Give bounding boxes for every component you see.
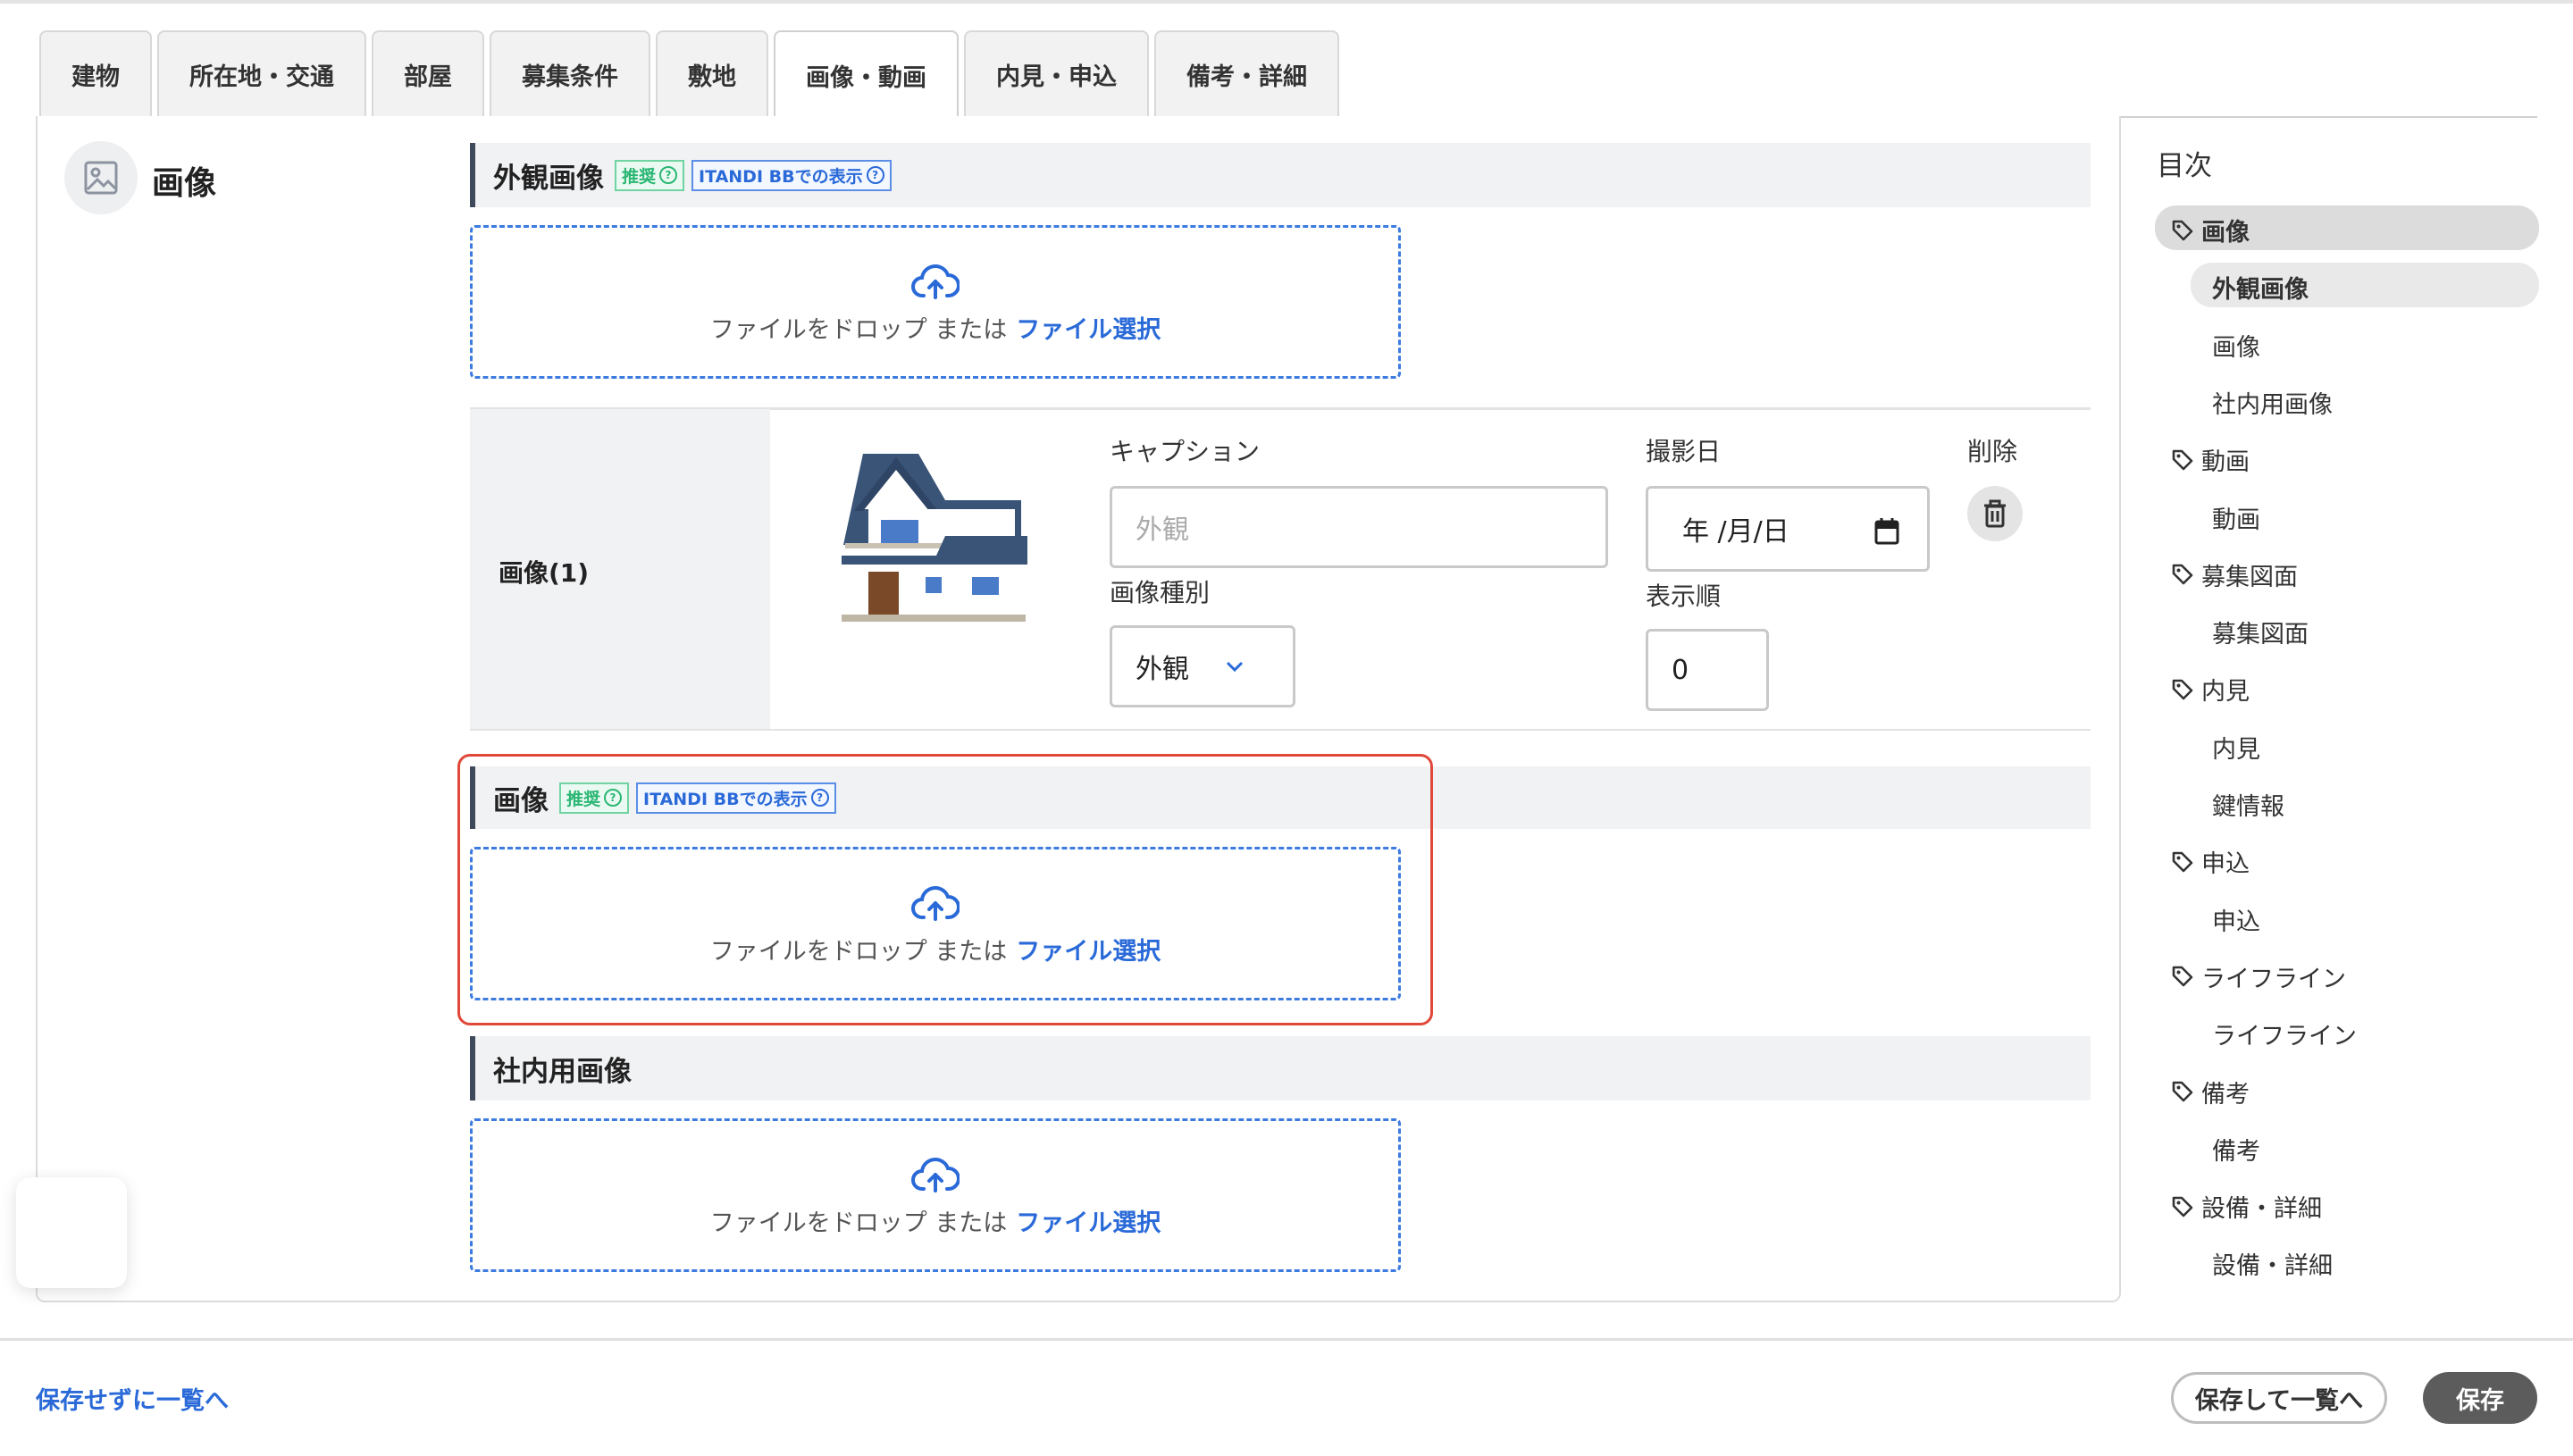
delete-label: 削除 <box>1967 437 2018 466</box>
tab-location[interactable]: 所在地・交通 <box>157 30 366 116</box>
calendar-icon <box>1874 518 1899 545</box>
toc-item[interactable]: 鍵情報 <box>2212 787 2284 822</box>
chevron-down-icon <box>1226 661 1244 673</box>
tab-bar: 建物 所在地・交通 部屋 募集条件 敷地 画像・動画 内見・申込 備考・詳細 <box>39 30 1345 118</box>
floating-widget[interactable] <box>16 1177 127 1288</box>
toc-item-label: 設備・詳細 <box>2201 1195 2322 1224</box>
toc-item-label: 申込 <box>2201 850 2250 879</box>
toc-item[interactable]: 備考 <box>2212 1132 2260 1167</box>
toc-item[interactable]: 外観画像 <box>2212 270 2309 305</box>
footer-divider <box>0 1338 2573 1341</box>
tab-notes-details[interactable]: 備考・詳細 <box>1154 30 1339 116</box>
section-title: 画像 <box>152 165 217 202</box>
caption-label: キャプション <box>1110 437 1261 466</box>
trash-icon <box>1984 499 2006 528</box>
toc-item[interactable]: ライフライン <box>2171 959 2346 994</box>
toc-item-label: 内見 <box>2201 678 2250 707</box>
recommended-badge[interactable]: 推奨? <box>615 159 685 191</box>
image-type-label: 画像種別 <box>1110 578 1211 607</box>
internal-image-title: 社内用画像 <box>493 1055 632 1088</box>
toc-item-label: 社内用画像 <box>2212 390 2333 419</box>
toc-item[interactable]: 設備・詳細 <box>2171 1189 2322 1224</box>
toc-item[interactable]: 画像 <box>2171 213 2250 247</box>
cloud-upload-icon <box>911 1157 960 1192</box>
toc-item-label: 設備・詳細 <box>2212 1252 2333 1281</box>
toc-item[interactable]: 社内用画像 <box>2212 385 2333 420</box>
tag-icon <box>2171 678 2201 701</box>
toc-item[interactable]: 申込 <box>2212 902 2260 937</box>
delete-button[interactable] <box>1967 486 2023 541</box>
exterior-dropzone[interactable]: ファイルをドロップ または ファイル選択 <box>470 225 1401 379</box>
exterior-image-title: 外観画像 <box>493 162 604 195</box>
tab-site[interactable]: 敷地 <box>656 30 768 116</box>
toc-item-label: 内見 <box>2212 735 2260 764</box>
dropzone-text: ファイルをドロップ または <box>709 315 1008 344</box>
tab-room[interactable]: 部屋 <box>372 30 484 116</box>
toc-item[interactable]: 内見 <box>2212 730 2260 765</box>
tab-viewing-application[interactable]: 内見・申込 <box>964 30 1149 116</box>
tag-icon <box>2171 563 2201 586</box>
toc-item[interactable]: ライフライン <box>2212 1017 2357 1051</box>
toc-item[interactable]: 動画 <box>2212 500 2260 535</box>
internal-dropzone[interactable]: ファイルをドロップ または ファイル選択 <box>470 1118 1401 1272</box>
cloud-upload-icon <box>911 264 960 299</box>
toc-item-label: ライフライン <box>2212 1023 2357 1051</box>
toc-item[interactable]: 募集図面 <box>2171 557 2298 592</box>
dropzone-text: ファイルをドロップ または <box>709 1209 1008 1237</box>
save-button[interactable]: 保存 <box>2423 1372 2537 1424</box>
file-select-link[interactable]: ファイル選択 <box>1016 316 1161 344</box>
toc-item-label: 募集図面 <box>2212 621 2309 649</box>
toc-item-label: 外観画像 <box>2212 276 2309 305</box>
row-bottom-border <box>470 729 2091 731</box>
toc-item-label: 動画 <box>2201 448 2250 477</box>
itandi-display-badge[interactable]: ITANDI BBでの表示? <box>691 159 892 191</box>
toc-item-label: 鍵情報 <box>2212 793 2284 821</box>
display-order-input[interactable]: 0 <box>1646 629 1769 711</box>
tab-conditions[interactable]: 募集条件 <box>490 30 650 116</box>
tag-icon <box>2171 1195 2201 1218</box>
toc-item[interactable]: 動画 <box>2171 442 2250 477</box>
toc-item-label: 備考 <box>2212 1137 2260 1166</box>
toc-item-label: 画像 <box>2212 333 2260 362</box>
toc-item[interactable]: 設備・詳細 <box>2212 1246 2333 1281</box>
image-type-value: 外観 <box>1136 654 1189 685</box>
display-order-label: 表示順 <box>1646 582 1722 611</box>
tag-icon <box>2171 448 2201 472</box>
file-select-link[interactable]: ファイル選択 <box>1016 1209 1161 1237</box>
internal-image-header: 社内用画像 <box>470 1036 2091 1100</box>
caption-input[interactable]: 外観 <box>1110 486 1608 568</box>
toc-item-label: 募集図面 <box>2201 563 2298 591</box>
tag-icon <box>2171 219 2201 242</box>
image-icon <box>64 141 138 214</box>
help-icon: ? <box>866 166 884 184</box>
toc-item-label: 画像 <box>2201 219 2250 247</box>
help-icon: ? <box>659 166 678 184</box>
toc-title: 目次 <box>2157 150 2212 182</box>
toc-item-label: 備考 <box>2201 1080 2250 1109</box>
shoot-date-label: 撮影日 <box>1646 437 1722 466</box>
tag-icon <box>2171 1080 2201 1103</box>
tag-icon <box>2171 965 2201 988</box>
exterior-image-header: 外観画像 推奨? ITANDI BBでの表示? <box>470 143 2091 207</box>
toc-item[interactable]: 募集図面 <box>2212 615 2309 649</box>
back-without-saving-link[interactable]: 保存せずに一覧へ <box>36 1381 229 1416</box>
tab-images-videos[interactable]: 画像・動画 <box>774 30 959 118</box>
house-thumbnail[interactable] <box>838 447 1029 622</box>
toc-item[interactable]: 備考 <box>2171 1075 2250 1109</box>
tab-building[interactable]: 建物 <box>39 30 152 116</box>
toc-item-label: 動画 <box>2212 506 2260 534</box>
toc-item[interactable]: 内見 <box>2171 672 2250 707</box>
tag-icon <box>2171 850 2201 874</box>
date-value: 年 /月/日 <box>1682 516 1789 548</box>
shoot-date-input[interactable]: 年 /月/日 <box>1646 486 1930 572</box>
toc-item[interactable]: 申込 <box>2171 844 2250 879</box>
toc-item[interactable]: 画像 <box>2212 328 2260 363</box>
toc-item-label: ライフライン <box>2201 965 2346 993</box>
top-divider <box>0 0 2573 4</box>
highlight-box <box>457 754 1433 1025</box>
image-row-label: 画像(1) <box>499 558 590 588</box>
save-and-list-button[interactable]: 保存して一覧へ <box>2171 1372 2387 1424</box>
image-type-select[interactable]: 外観 <box>1110 625 1295 707</box>
toc-item-label: 申込 <box>2212 908 2260 936</box>
